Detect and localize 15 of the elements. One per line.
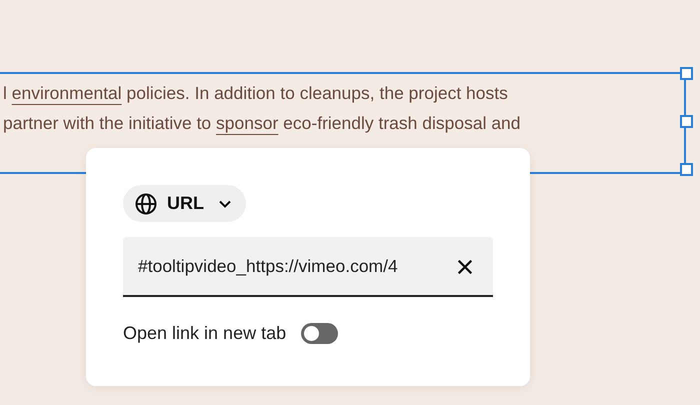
resize-handle[interactable]	[680, 115, 693, 128]
paragraph-line: l environmental policies. In addition to cleanups, the project hosts	[2, 82, 509, 105]
chevron-down-icon	[218, 198, 232, 208]
text-link[interactable]: environmental	[12, 83, 122, 103]
paragraph-line: partner with the initiative to sponsor eco-friendly trash disposal and	[2, 112, 522, 135]
toggle-switch[interactable]	[301, 323, 338, 344]
close-icon	[456, 258, 474, 276]
resize-handle[interactable]	[680, 67, 693, 80]
new-tab-label: Open link in new tab	[123, 323, 286, 344]
link-type-dropdown[interactable]: URL	[123, 185, 246, 222]
clear-button[interactable]	[455, 257, 475, 277]
text-link[interactable]: sponsor	[216, 113, 278, 133]
globe-icon	[134, 192, 158, 216]
resize-handle[interactable]	[680, 163, 693, 176]
url-field[interactable]: #tooltipvideo_https://vimeo.com/4	[123, 237, 493, 297]
